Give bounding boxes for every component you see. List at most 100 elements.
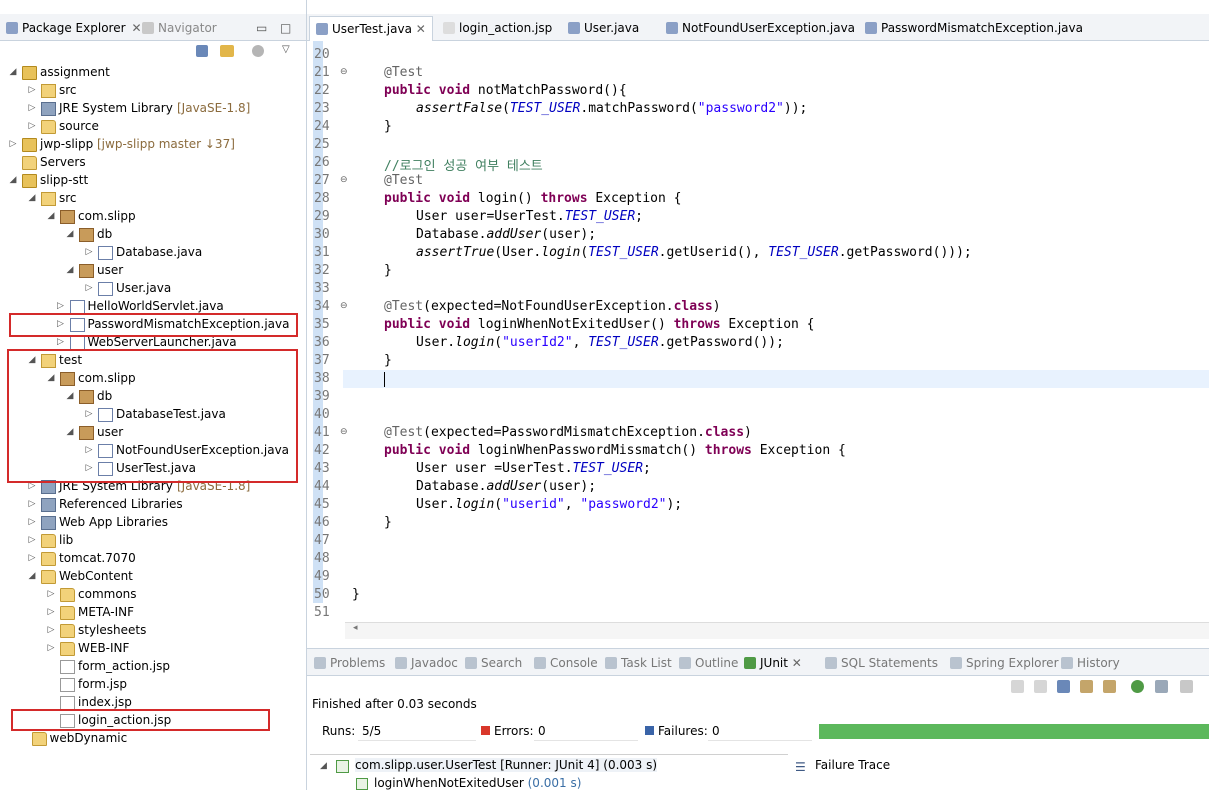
tree-item[interactable]: ▷ Referenced Libraries bbox=[0, 495, 300, 513]
bottom-tab[interactable]: JUnit ✕ bbox=[744, 653, 802, 673]
collapsed-icon[interactable]: ▷ bbox=[46, 585, 56, 603]
scroll-left-icon[interactable]: ◂ bbox=[353, 623, 358, 633]
expanded-icon[interactable]: ◢ bbox=[27, 567, 37, 585]
code-editor[interactable] bbox=[307, 41, 1209, 626]
bottom-tab[interactable]: Problems bbox=[314, 653, 385, 673]
tree-item[interactable]: ▷ JRE System Library [JavaSE-1.8] bbox=[0, 99, 300, 117]
test-child-item[interactable]: loginWhenNotExitedUser (0.001 s) bbox=[374, 776, 581, 790]
tree-item[interactable]: ▷ source bbox=[0, 117, 300, 135]
collapsed-icon[interactable]: ▷ bbox=[27, 99, 37, 117]
previous-failure-icon[interactable] bbox=[1034, 680, 1047, 693]
fold-icon[interactable]: ⊖ bbox=[340, 301, 348, 311]
tree-item[interactable]: ◢ src bbox=[0, 189, 300, 207]
collapsed-icon[interactable]: ▷ bbox=[27, 81, 37, 99]
tree-item-label: Web App Libraries bbox=[59, 515, 169, 529]
tab-package-explorer[interactable]: Package Explorer ✕ bbox=[6, 18, 142, 38]
maximize-icon[interactable]: □ bbox=[280, 18, 291, 38]
pkg-icon bbox=[60, 210, 75, 224]
expanded-icon[interactable]: ◢ bbox=[8, 171, 18, 189]
next-failure-icon[interactable] bbox=[1011, 680, 1024, 693]
scroll-lock-icon[interactable] bbox=[1080, 680, 1093, 693]
horizontal-scrollbar[interactable]: ◂ bbox=[345, 622, 1209, 639]
tree-item[interactable]: ◢ WebContent bbox=[0, 567, 300, 585]
collapsed-icon[interactable]: ▷ bbox=[84, 279, 94, 297]
expanded-icon[interactable]: ◢ bbox=[27, 189, 37, 207]
collapsed-icon[interactable]: ▷ bbox=[27, 495, 37, 513]
expanded-icon[interactable]: ◢ bbox=[65, 261, 75, 279]
chevron-down-icon[interactable]: ◢ bbox=[320, 761, 327, 771]
tree-item[interactable]: ▷ jwp-slipp [jwp-slipp master ↓37] bbox=[0, 135, 300, 153]
rerun-failed-icon[interactable] bbox=[1155, 680, 1168, 693]
expanded-icon[interactable]: ◢ bbox=[46, 207, 56, 225]
tree-item[interactable]: ▷ lib bbox=[0, 531, 300, 549]
tree-item[interactable]: ▷ src bbox=[0, 81, 300, 99]
tree-item[interactable]: ◢ assignment bbox=[0, 63, 300, 81]
minimize-icon[interactable]: ▭ bbox=[256, 18, 267, 38]
collapse-all-icon[interactable] bbox=[196, 45, 208, 57]
fold-icon[interactable]: ⊖ bbox=[340, 67, 348, 77]
collapsed-icon[interactable]: ▷ bbox=[46, 621, 56, 639]
collapsed-icon[interactable]: ▷ bbox=[46, 603, 56, 621]
editor-tab[interactable]: User.java bbox=[562, 16, 645, 40]
tree-item[interactable]: form.jsp bbox=[0, 675, 300, 693]
tree-item[interactable]: webDynamic bbox=[0, 729, 300, 747]
tree-item[interactable]: ▷ tomcat.7070 bbox=[0, 549, 300, 567]
bottom-tab[interactable]: SQL Statements bbox=[825, 653, 938, 673]
bottom-tab[interactable]: Search bbox=[465, 653, 522, 673]
collapsed-icon[interactable]: ▷ bbox=[27, 513, 37, 531]
collapsed-icon[interactable]: ▷ bbox=[8, 135, 18, 153]
editor-tab[interactable]: UserTest.java ✕ bbox=[309, 16, 433, 41]
bottom-tab[interactable]: Console bbox=[534, 653, 598, 673]
focus-icon[interactable] bbox=[252, 45, 264, 57]
tree-item[interactable]: ◢ db bbox=[0, 225, 300, 243]
runs-field: 5/5 bbox=[358, 724, 476, 741]
collapsed-icon[interactable]: ▷ bbox=[27, 531, 37, 549]
close-icon[interactable]: ✕ bbox=[788, 656, 802, 670]
tree-item[interactable]: ▷ WEB-INF bbox=[0, 639, 300, 657]
tree-item[interactable]: ▷ Database.java bbox=[0, 243, 300, 261]
tree-item-label: assignment bbox=[40, 65, 110, 79]
tree-item-label: form_action.jsp bbox=[78, 659, 170, 673]
tree-item[interactable]: ◢ slipp-stt bbox=[0, 171, 300, 189]
stop-icon[interactable] bbox=[1180, 680, 1193, 693]
bottom-tab[interactable]: Spring Explorer bbox=[950, 653, 1059, 673]
bottom-tab[interactable]: History bbox=[1061, 653, 1120, 673]
close-icon[interactable]: ✕ bbox=[412, 22, 426, 36]
test-root-label[interactable]: com.slipp.user.UserTest [Runner: JUnit 4… bbox=[355, 758, 658, 772]
tree-item[interactable]: ▷ User.java bbox=[0, 279, 300, 297]
collapsed-icon[interactable]: ▷ bbox=[46, 639, 56, 657]
tree-item[interactable]: ◢ user bbox=[0, 261, 300, 279]
tree-item[interactable]: ▷ Web App Libraries bbox=[0, 513, 300, 531]
expanded-icon[interactable]: ◢ bbox=[65, 225, 75, 243]
show-failures-only-icon[interactable] bbox=[1057, 680, 1070, 693]
tab-navigator[interactable]: Navigator bbox=[142, 18, 217, 38]
bottom-tab[interactable]: Outline bbox=[679, 653, 738, 673]
view-icon bbox=[744, 657, 756, 669]
link-with-editor-icon[interactable] bbox=[220, 45, 234, 57]
collapsed-icon[interactable]: ▷ bbox=[27, 549, 37, 567]
tree-item[interactable]: ▷ stylesheets bbox=[0, 621, 300, 639]
bottom-tab[interactable]: Task List bbox=[605, 653, 672, 673]
tree-item[interactable]: Servers bbox=[0, 153, 300, 171]
fold-icon[interactable]: ⊖ bbox=[340, 175, 348, 185]
close-icon[interactable]: ✕ bbox=[132, 21, 142, 35]
method-call: assertFalse bbox=[416, 101, 503, 116]
editor-tab[interactable]: NotFoundUserException.java bbox=[660, 16, 861, 40]
tree-item[interactable]: ▷ META-INF bbox=[0, 603, 300, 621]
editor-tab[interactable]: login_action.jsp bbox=[437, 16, 558, 40]
tree-item[interactable]: form_action.jsp bbox=[0, 657, 300, 675]
collapsed-icon[interactable]: ▷ bbox=[27, 117, 37, 135]
view-menu-icon[interactable]: ▽ bbox=[282, 44, 290, 55]
tree-item-label: Servers bbox=[40, 155, 86, 169]
fold-icon[interactable]: ⊖ bbox=[340, 427, 348, 437]
editor-tab[interactable]: PasswordMismatchException.java bbox=[859, 16, 1089, 40]
history-icon[interactable] bbox=[1103, 680, 1116, 693]
code-line-37: } bbox=[384, 353, 392, 368]
collapsed-icon[interactable]: ▷ bbox=[84, 243, 94, 261]
bottom-tab[interactable]: Javadoc bbox=[395, 653, 458, 673]
expanded-icon[interactable]: ◢ bbox=[8, 63, 18, 81]
runs-value: 5/5 bbox=[362, 724, 382, 738]
rerun-test-icon[interactable] bbox=[1131, 680, 1144, 693]
tree-item[interactable]: ◢ com.slipp bbox=[0, 207, 300, 225]
tree-item[interactable]: ▷ commons bbox=[0, 585, 300, 603]
